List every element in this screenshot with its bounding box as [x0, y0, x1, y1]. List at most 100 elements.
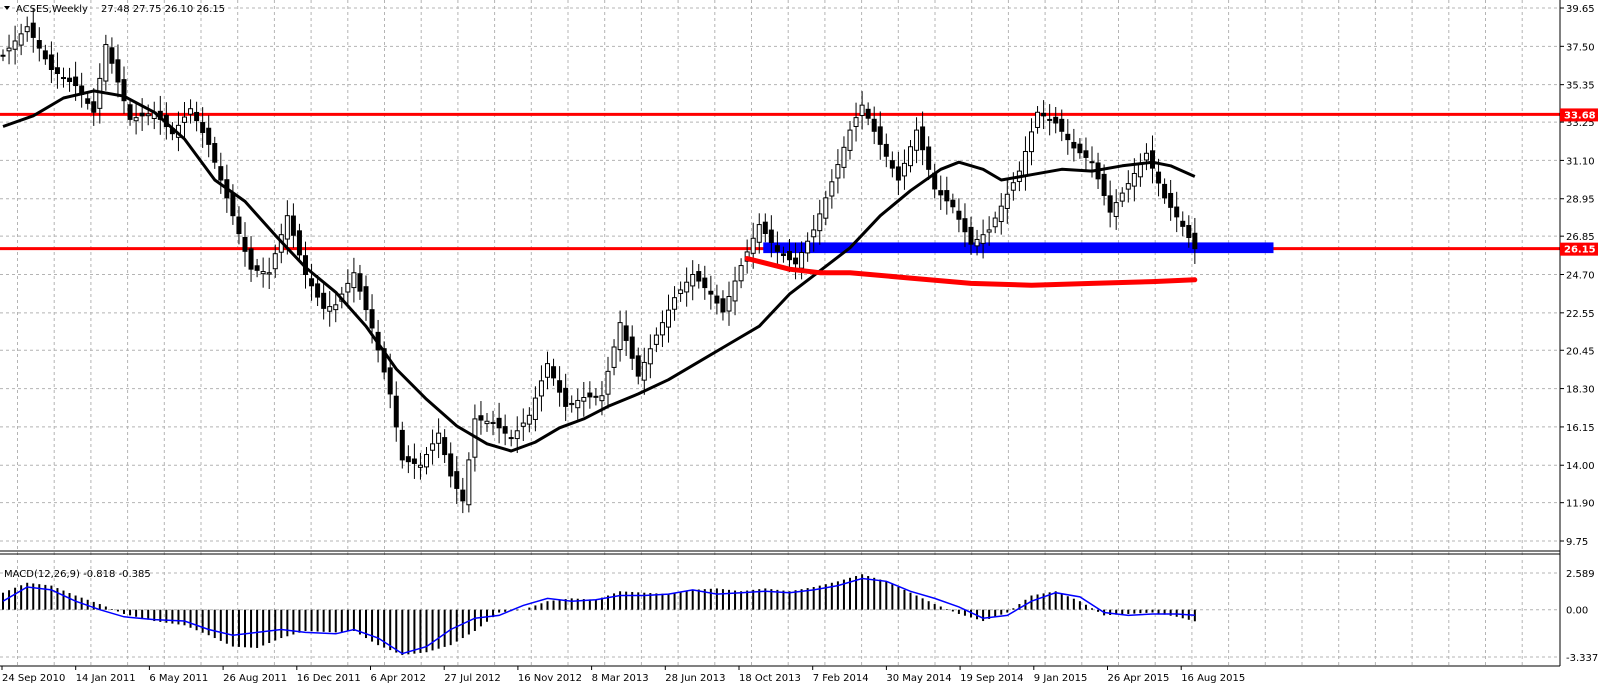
candle-body: [980, 234, 986, 244]
candle-body: [756, 224, 762, 243]
time-tick-label: 16 Dec 2011: [297, 673, 361, 684]
candle-body: [1137, 162, 1143, 178]
candle-body: [889, 160, 895, 169]
candle-body: [206, 127, 212, 145]
candle-body: [605, 370, 611, 395]
time-tick-label: 19 Sep 2014: [960, 673, 1023, 684]
candle-body: [696, 271, 702, 282]
candle-body: [1119, 192, 1125, 202]
candle-body: [666, 309, 671, 328]
candle-body: [780, 253, 786, 256]
chart-header: ACSES,Weekly 27.48 27.75 26.10 26.15: [4, 4, 225, 15]
time-tick-label: 14 Jan 2011: [76, 673, 136, 684]
time-tick-label: 27 Jul 2012: [444, 673, 501, 684]
candle-body: [1156, 171, 1162, 184]
candlestick-chart[interactable]: 39.6537.5035.3533.2531.1028.9526.8524.70…: [0, 0, 1605, 693]
candle-body: [1083, 150, 1089, 158]
price-tick-label: 18.30: [1566, 385, 1595, 396]
candle-body: [823, 197, 829, 219]
candle-body: [145, 113, 151, 117]
candle-body: [998, 205, 1004, 223]
candle-body: [194, 111, 200, 122]
candle-body: [85, 98, 91, 104]
chart-background: [0, 0, 1605, 693]
candle-body: [115, 59, 121, 83]
candle-body: [242, 237, 248, 252]
candle-body: [992, 217, 998, 228]
candle-body: [599, 395, 605, 402]
candle-body: [720, 298, 726, 313]
candle-body: [1035, 111, 1041, 128]
candle-body: [901, 162, 907, 177]
candle-body: [42, 50, 48, 60]
candle-body: [387, 367, 393, 395]
candle-body: [430, 443, 436, 451]
candle-body: [702, 277, 708, 289]
candle-body: [726, 295, 732, 312]
candle-body: [496, 417, 502, 429]
candle-body: [12, 40, 18, 50]
candle-body: [938, 190, 944, 196]
time-tick-label: 9 Jan 2015: [1034, 673, 1088, 684]
price-tick-label: 39.65: [1566, 4, 1595, 15]
candle-body: [974, 238, 980, 247]
time-tick-label: 28 Jun 2013: [665, 673, 725, 684]
candle-body: [774, 245, 780, 252]
price-tick-label: 11.90: [1566, 499, 1595, 510]
candle-body: [405, 456, 411, 463]
candle-body: [520, 422, 526, 427]
time-tick-label: 8 Mar 2013: [592, 673, 649, 684]
candle-body: [986, 229, 992, 233]
candle-body: [623, 325, 629, 341]
candle-body: [1029, 131, 1034, 153]
candle-body: [787, 251, 792, 261]
candle-body: [563, 387, 569, 407]
candle-body: [871, 118, 877, 132]
price-tick-label: 31.10: [1566, 156, 1595, 167]
candle-body: [18, 33, 24, 46]
candle-body: [0, 54, 6, 57]
candle-body: [290, 215, 296, 236]
candle-body: [417, 464, 423, 468]
candle-body: [36, 40, 42, 49]
candle-body: [1113, 202, 1119, 217]
candle-body: [1174, 206, 1180, 218]
time-tick-label: 16 Nov 2012: [518, 673, 582, 684]
candle-body: [272, 253, 278, 270]
candle-body: [230, 192, 236, 217]
candle-body: [629, 336, 635, 359]
candle-body: [1101, 173, 1107, 196]
candle-body: [48, 54, 54, 71]
price-tag-label: 26.15: [1564, 245, 1596, 256]
candle-body: [478, 415, 484, 421]
candle-body: [1131, 172, 1137, 187]
candle-body: [690, 274, 696, 287]
candle-body: [1004, 193, 1010, 209]
candle-body: [732, 280, 738, 302]
candle-body: [363, 286, 369, 311]
candle-body: [708, 290, 714, 295]
candle-body: [460, 489, 466, 502]
candle-body: [551, 366, 557, 379]
candle-body: [345, 282, 351, 293]
candle-body: [859, 104, 865, 116]
ohlc-header: 27.48 27.75 26.10 26.15: [101, 4, 225, 15]
candle-body: [218, 166, 224, 181]
candle-body: [865, 108, 871, 119]
candle-body: [684, 281, 690, 293]
price-tick-label: 26.85: [1566, 232, 1595, 243]
candle-body: [321, 292, 327, 309]
candle-body: [466, 459, 472, 506]
time-tick-label: 6 Apr 2012: [371, 673, 426, 684]
candle-body: [817, 213, 823, 232]
candle-body: [369, 309, 375, 329]
candle-body: [968, 226, 974, 245]
time-tick-label: 18 Oct 2013: [739, 673, 801, 684]
candle-body: [587, 392, 593, 398]
macd-tick-label: 0.00: [1566, 606, 1588, 617]
candle-body: [793, 257, 799, 265]
candle-body: [714, 295, 720, 304]
candle-body: [1059, 118, 1065, 132]
candle-body: [738, 265, 744, 282]
candle-body: [502, 426, 508, 434]
